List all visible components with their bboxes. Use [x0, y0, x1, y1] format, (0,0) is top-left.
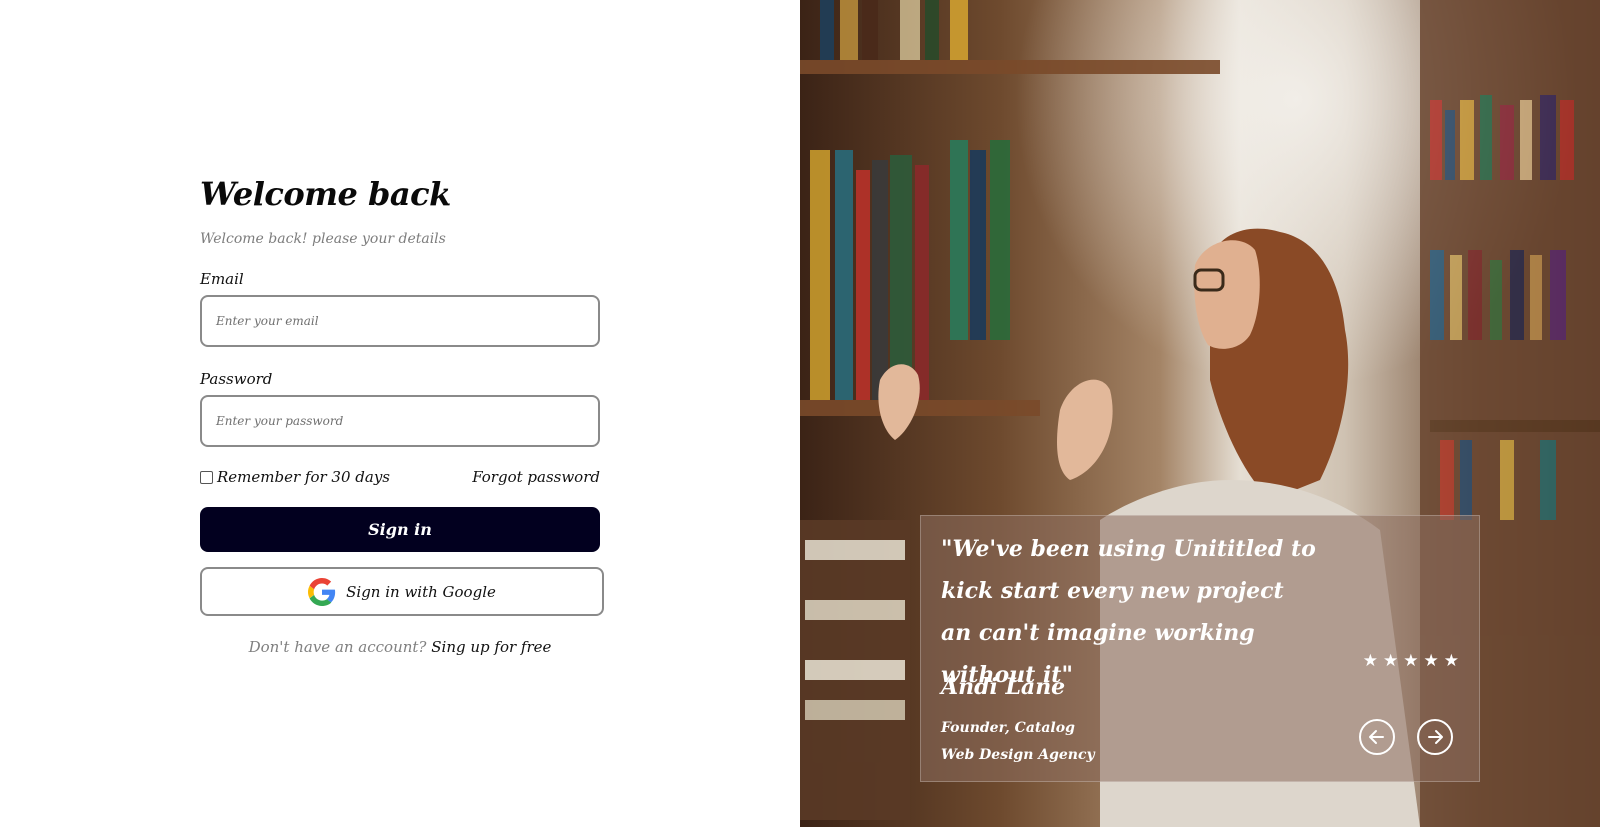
rating-stars: ★ ★ ★ ★ ★: [1363, 651, 1459, 671]
arrow-left-circle-icon: [1369, 730, 1384, 744]
signup-text: Don't have an account?: [248, 638, 427, 656]
star-icon: ★: [1383, 651, 1399, 671]
forgot-password-link[interactable]: Forgot password: [472, 468, 600, 486]
arrow-right-circle-icon: [1428, 730, 1443, 744]
signup-link[interactable]: Sing up for free: [431, 638, 551, 656]
email-field[interactable]: Enter your email: [200, 295, 600, 347]
star-icon: ★: [1403, 651, 1419, 671]
page-title: Welcome back: [200, 175, 451, 213]
previous-testimonial-button[interactable]: [1359, 719, 1395, 755]
login-form: Welcome back Welcome back! please your d…: [200, 172, 604, 656]
star-icon: ★: [1443, 651, 1459, 671]
google-sign-in-button[interactable]: Sign in with Google: [200, 567, 604, 616]
hero-image-panel: "We've been using Unititled to kick star…: [800, 0, 1600, 827]
testimonial-card: "We've been using Unititled to kick star…: [920, 515, 1480, 782]
signup-prompt: Don't have an account? Sing up for free: [200, 638, 600, 656]
email-label: Email: [200, 270, 244, 288]
password-field[interactable]: Enter your password: [200, 395, 600, 447]
role-line-1: Founder, Catalog: [941, 720, 1075, 736]
testimonial-author-name: Andi Lane: [941, 674, 1066, 700]
star-icon: ★: [1423, 651, 1439, 671]
page-subtitle: Welcome back! please your details: [200, 231, 446, 247]
google-button-label: Sign in with Google: [346, 582, 496, 601]
star-icon: ★: [1362, 651, 1378, 671]
sign-in-button[interactable]: Sign in: [200, 507, 600, 552]
email-placeholder: Enter your email: [216, 314, 319, 328]
options-row: Remember for 30 days Forgot password: [200, 467, 600, 487]
testimonial-quote: "We've been using Unititled to kick star…: [941, 536, 1316, 688]
next-testimonial-button[interactable]: [1417, 719, 1453, 755]
remember-label: Remember for 30 days: [217, 468, 391, 486]
password-label: Password: [200, 370, 273, 388]
remember-option[interactable]: Remember for 30 days: [200, 468, 390, 486]
login-panel: Welcome back Welcome back! please your d…: [0, 0, 800, 827]
role-line-2: Web Design Agency: [941, 747, 1095, 763]
password-placeholder: Enter your password: [216, 414, 344, 428]
google-icon: [308, 577, 336, 606]
remember-checkbox[interactable]: [200, 470, 213, 484]
testimonial-author-role: Founder, Catalog Web Design Agency: [941, 715, 1095, 769]
